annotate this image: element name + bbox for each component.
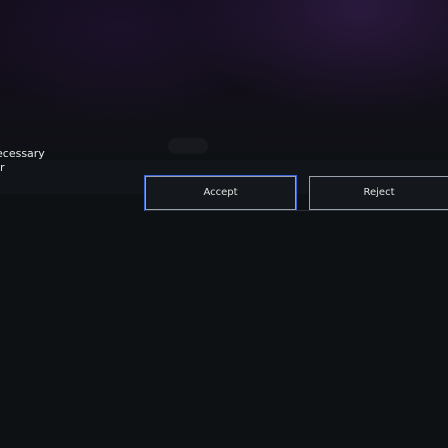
banner-divider [145, 210, 448, 211]
screen: ecessary r Accept Reject [0, 0, 448, 448]
reject-button[interactable]: Reject [309, 176, 448, 210]
cookie-notice-text: ecessary r [0, 147, 45, 175]
cookie-notice-line-1: ecessary [0, 147, 45, 160]
accept-button[interactable]: Accept [144, 175, 297, 211]
hero-background [0, 0, 448, 150]
cookie-notice-line-2: r [0, 161, 5, 174]
faint-logo-shape [168, 138, 208, 154]
